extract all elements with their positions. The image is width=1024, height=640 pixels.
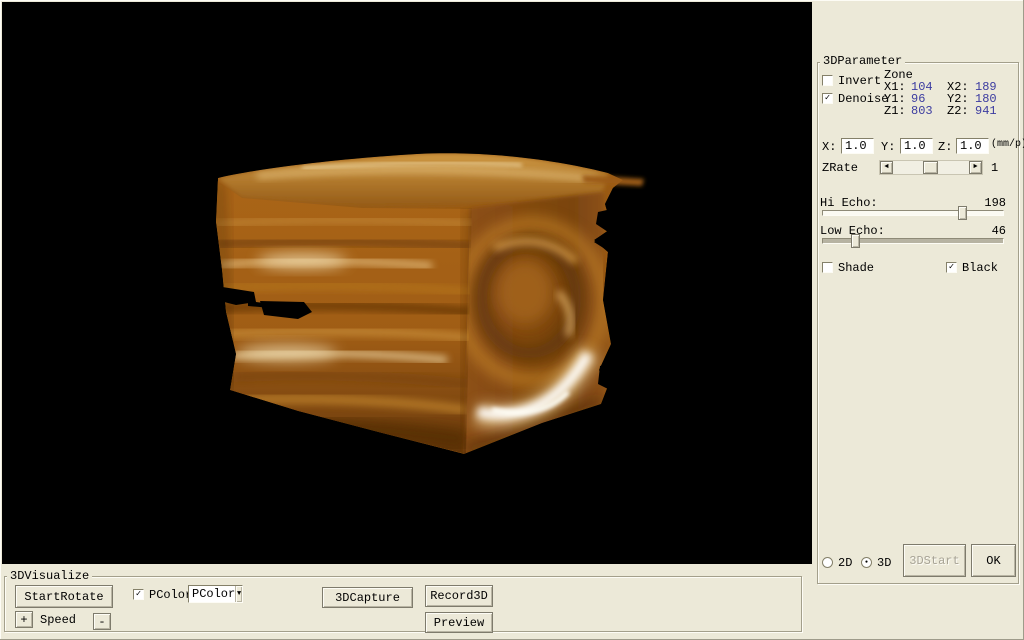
pcolor-dropdown[interactable]: PColor ▼ bbox=[188, 585, 243, 603]
preview-button[interactable]: Preview bbox=[425, 612, 493, 633]
x-scale-field[interactable]: 1.0 bbox=[841, 138, 874, 154]
z-scale-value: 1.0 bbox=[960, 139, 982, 153]
denoise-check-icon: ✓ bbox=[825, 94, 830, 103]
y-scale-field[interactable]: 1.0 bbox=[900, 138, 933, 154]
zone-z2-value: 941 bbox=[975, 105, 997, 117]
y-scale-value: 1.0 bbox=[904, 139, 926, 153]
shade-checkbox[interactable] bbox=[822, 262, 833, 273]
zone-z2-label: Z2: bbox=[947, 105, 969, 117]
start-3d-button[interactable]: 3DStart bbox=[903, 544, 966, 577]
dropdown-arrow-button[interactable]: ▼ bbox=[235, 586, 242, 602]
arrow-left-icon: ◄ bbox=[884, 164, 888, 171]
mode-2d-label: 2D bbox=[838, 557, 852, 569]
black-checkbox[interactable]: ✓ bbox=[946, 262, 957, 273]
denoise-label: Denoise bbox=[838, 93, 888, 105]
low-echo-value: 46 bbox=[966, 225, 1006, 237]
speed-label: Speed bbox=[40, 614, 76, 626]
pcolor-check-icon: ✓ bbox=[136, 590, 141, 599]
zone-z1-label: Z1: bbox=[884, 105, 906, 117]
hi-echo-label: Hi Echo: bbox=[820, 197, 878, 209]
zrate-value: 1 bbox=[991, 162, 998, 174]
pcolor-label: PColor bbox=[149, 589, 192, 601]
invert-checkbox[interactable] bbox=[822, 75, 833, 86]
black-check-icon: ✓ bbox=[949, 263, 954, 272]
pcolor-dropdown-value: PColor bbox=[189, 588, 235, 600]
z-scale-label: Z: bbox=[938, 141, 952, 153]
ok-button-label: OK bbox=[986, 554, 1000, 568]
ok-button[interactable]: OK bbox=[971, 544, 1016, 577]
hi-echo-slider-track[interactable] bbox=[822, 210, 1004, 216]
zrate-right-arrow-button[interactable]: ► bbox=[969, 161, 982, 174]
invert-label: Invert bbox=[838, 75, 881, 87]
start-rotate-button[interactable]: StartRotate bbox=[15, 585, 113, 608]
x-scale-value: 1.0 bbox=[845, 139, 867, 153]
start-3d-button-label: 3DStart bbox=[909, 554, 959, 568]
record-3d-button-label: Record3D bbox=[430, 589, 488, 603]
hi-echo-slider-thumb[interactable] bbox=[958, 206, 967, 220]
render-viewport[interactable] bbox=[2, 2, 812, 564]
scale-unit-label: (mm/p) bbox=[991, 139, 1024, 151]
plus-icon: + bbox=[20, 613, 27, 627]
low-echo-slider-track[interactable] bbox=[822, 238, 1004, 244]
black-label: Black bbox=[962, 262, 998, 274]
zone-z1-value: 803 bbox=[911, 105, 933, 117]
preview-button-label: Preview bbox=[434, 616, 484, 630]
x-scale-label: X: bbox=[822, 141, 836, 153]
zrate-thumb[interactable] bbox=[923, 161, 938, 174]
shade-label: Shade bbox=[838, 262, 874, 274]
record-3d-button[interactable]: Record3D bbox=[425, 585, 493, 607]
zrate-label: ZRate bbox=[822, 162, 858, 174]
mode-3d-radio[interactable]: ● bbox=[861, 557, 872, 568]
radio-dot-icon: ● bbox=[865, 560, 868, 565]
speed-minus-button[interactable]: - bbox=[93, 613, 111, 630]
start-rotate-button-label: StartRotate bbox=[24, 590, 103, 604]
z-scale-field[interactable]: 1.0 bbox=[956, 138, 989, 154]
zrate-scrollbar[interactable]: ◄ ► bbox=[879, 160, 983, 175]
arrow-right-icon: ► bbox=[973, 164, 977, 171]
chevron-down-icon: ▼ bbox=[237, 590, 241, 598]
hi-echo-value: 198 bbox=[966, 197, 1006, 209]
mode-2d-radio[interactable] bbox=[822, 557, 833, 568]
capture-3d-button[interactable]: 3DCapture bbox=[322, 587, 413, 608]
volume-render[interactable] bbox=[2, 2, 812, 564]
parameter-group-title: 3DParameter bbox=[820, 55, 905, 67]
application-window: 3DParameter Invert ✓ Denoise Zone X1: 10… bbox=[0, 0, 1024, 640]
zrate-left-arrow-button[interactable]: ◄ bbox=[880, 161, 893, 174]
pcolor-checkbox[interactable]: ✓ bbox=[133, 589, 144, 600]
minus-icon: - bbox=[98, 615, 105, 629]
low-echo-slider-thumb[interactable] bbox=[851, 234, 860, 248]
denoise-checkbox[interactable]: ✓ bbox=[822, 93, 833, 104]
visualize-group-title: 3DVisualize bbox=[7, 570, 92, 582]
mode-3d-label: 3D bbox=[877, 557, 891, 569]
speed-plus-button[interactable]: + bbox=[15, 611, 33, 628]
y-scale-label: Y: bbox=[881, 141, 895, 153]
capture-3d-button-label: 3DCapture bbox=[335, 591, 400, 605]
